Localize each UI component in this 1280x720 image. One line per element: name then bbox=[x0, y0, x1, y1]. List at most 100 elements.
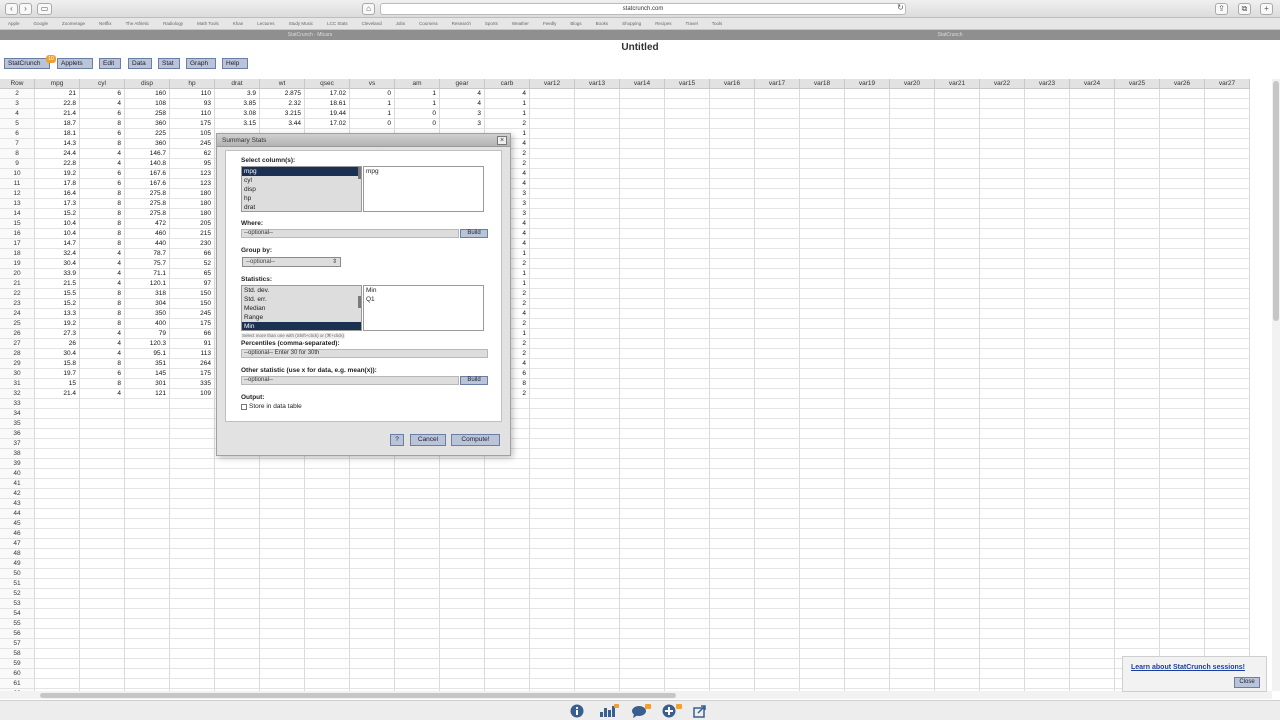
table-cell[interactable] bbox=[260, 509, 305, 519]
table-cell[interactable]: 109 bbox=[170, 389, 215, 399]
table-cell[interactable] bbox=[530, 259, 575, 269]
table-cell[interactable] bbox=[755, 659, 800, 669]
table-cell[interactable] bbox=[890, 419, 935, 429]
table-cell[interactable] bbox=[620, 499, 665, 509]
table-cell[interactable] bbox=[1025, 119, 1070, 129]
menu-stat[interactable]: Stat bbox=[158, 58, 180, 69]
table-cell[interactable] bbox=[530, 659, 575, 669]
table-cell[interactable] bbox=[575, 339, 620, 349]
table-cell[interactable] bbox=[530, 619, 575, 629]
table-cell[interactable] bbox=[1205, 349, 1250, 359]
table-cell[interactable] bbox=[350, 599, 395, 609]
table-cell[interactable] bbox=[890, 599, 935, 609]
table-cell[interactable] bbox=[35, 529, 80, 539]
table-cell[interactable]: 30.4 bbox=[35, 259, 80, 269]
table-cell[interactable]: 62 bbox=[170, 149, 215, 159]
table-cell[interactable] bbox=[1070, 159, 1115, 169]
table-cell[interactable] bbox=[1070, 169, 1115, 179]
table-cell[interactable] bbox=[620, 119, 665, 129]
table-cell[interactable] bbox=[980, 219, 1025, 229]
table-cell[interactable] bbox=[80, 409, 125, 419]
table-cell[interactable] bbox=[1205, 209, 1250, 219]
table-cell[interactable] bbox=[125, 589, 170, 599]
table-cell[interactable] bbox=[890, 119, 935, 129]
table-cell[interactable] bbox=[485, 639, 530, 649]
table-cell[interactable] bbox=[935, 609, 980, 619]
table-cell[interactable] bbox=[890, 279, 935, 289]
table-cell[interactable] bbox=[1160, 179, 1205, 189]
table-cell[interactable] bbox=[35, 419, 80, 429]
table-cell[interactable]: 1 bbox=[350, 99, 395, 109]
table-cell[interactable] bbox=[755, 569, 800, 579]
table-cell[interactable] bbox=[800, 539, 845, 549]
table-cell[interactable] bbox=[395, 569, 440, 579]
table-cell[interactable] bbox=[1160, 509, 1205, 519]
table-cell[interactable] bbox=[935, 119, 980, 129]
table-cell[interactable] bbox=[35, 519, 80, 529]
table-cell[interactable] bbox=[170, 419, 215, 429]
table-cell[interactable] bbox=[620, 509, 665, 519]
table-cell[interactable] bbox=[575, 119, 620, 129]
table-cell[interactable] bbox=[710, 519, 755, 529]
table-cell[interactable]: 4 bbox=[80, 99, 125, 109]
table-cell[interactable] bbox=[755, 109, 800, 119]
table-cell[interactable] bbox=[350, 469, 395, 479]
table-cell[interactable]: 3.9 bbox=[215, 89, 260, 99]
table-cell[interactable] bbox=[845, 499, 890, 509]
table-cell[interactable] bbox=[980, 499, 1025, 509]
table-cell[interactable] bbox=[215, 609, 260, 619]
table-cell[interactable] bbox=[980, 619, 1025, 629]
table-cell[interactable] bbox=[1160, 379, 1205, 389]
table-cell[interactable] bbox=[755, 629, 800, 639]
table-cell[interactable] bbox=[575, 489, 620, 499]
table-cell[interactable] bbox=[1070, 499, 1115, 509]
table-cell[interactable] bbox=[485, 679, 530, 689]
scrollbar-thumb[interactable] bbox=[40, 693, 676, 698]
table-cell[interactable] bbox=[665, 169, 710, 179]
table-cell[interactable] bbox=[35, 479, 80, 489]
table-cell[interactable] bbox=[755, 419, 800, 429]
table-cell[interactable]: 8 bbox=[80, 209, 125, 219]
table-cell[interactable] bbox=[395, 669, 440, 679]
table-cell[interactable] bbox=[845, 129, 890, 139]
table-cell[interactable]: 3 bbox=[440, 119, 485, 129]
list-item[interactable]: cyl bbox=[242, 176, 361, 185]
table-cell[interactable] bbox=[845, 589, 890, 599]
table-cell[interactable]: 121 bbox=[125, 389, 170, 399]
table-cell[interactable] bbox=[530, 369, 575, 379]
table-cell[interactable] bbox=[395, 629, 440, 639]
table-cell[interactable] bbox=[800, 519, 845, 529]
bookmark-item[interactable]: Research bbox=[452, 21, 471, 26]
table-cell[interactable] bbox=[980, 359, 1025, 369]
table-cell[interactable] bbox=[440, 659, 485, 669]
table-cell[interactable] bbox=[1070, 289, 1115, 299]
table-cell[interactable] bbox=[620, 89, 665, 99]
table-cell[interactable] bbox=[890, 379, 935, 389]
table-cell[interactable] bbox=[170, 659, 215, 669]
table-cell[interactable] bbox=[1025, 109, 1070, 119]
table-cell[interactable] bbox=[800, 509, 845, 519]
table-cell[interactable] bbox=[980, 289, 1025, 299]
table-cell[interactable] bbox=[575, 669, 620, 679]
table-cell[interactable] bbox=[125, 439, 170, 449]
table-cell[interactable] bbox=[620, 539, 665, 549]
table-cell[interactable] bbox=[1070, 389, 1115, 399]
table-cell[interactable] bbox=[125, 479, 170, 489]
table-cell[interactable] bbox=[1205, 489, 1250, 499]
table-cell[interactable] bbox=[530, 379, 575, 389]
table-cell[interactable] bbox=[665, 349, 710, 359]
table-cell[interactable]: 258 bbox=[125, 109, 170, 119]
table-cell[interactable] bbox=[1025, 179, 1070, 189]
table-cell[interactable]: 2.875 bbox=[260, 89, 305, 99]
table-cell[interactable] bbox=[530, 579, 575, 589]
table-cell[interactable]: 0 bbox=[395, 109, 440, 119]
table-cell[interactable]: 301 bbox=[125, 379, 170, 389]
table-cell[interactable] bbox=[1115, 479, 1160, 489]
table-cell[interactable] bbox=[1070, 619, 1115, 629]
table-cell[interactable]: 17.3 bbox=[35, 199, 80, 209]
table-cell[interactable] bbox=[395, 619, 440, 629]
table-cell[interactable] bbox=[620, 169, 665, 179]
home-icon[interactable]: ⌂ bbox=[362, 3, 375, 15]
table-cell[interactable]: 8 bbox=[80, 239, 125, 249]
table-cell[interactable] bbox=[755, 159, 800, 169]
